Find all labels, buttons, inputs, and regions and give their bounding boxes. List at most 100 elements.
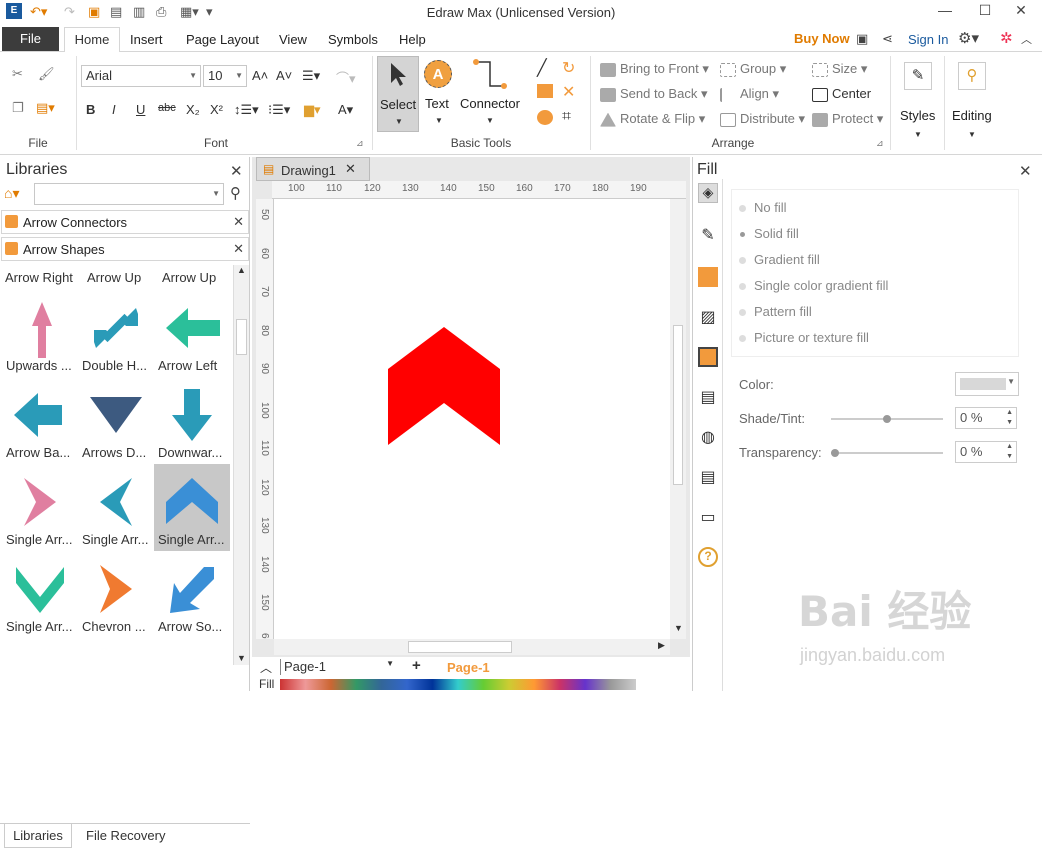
line-tool-icon[interactable]: ╱ (537, 58, 547, 78)
drawing-page[interactable] (274, 199, 670, 639)
library-shape-item[interactable]: Single Arr... (2, 464, 78, 551)
superscript-icon[interactable]: X² (210, 102, 223, 117)
scroll-thumb[interactable] (673, 325, 683, 485)
center-button[interactable]: Center (812, 86, 871, 102)
settings-gear-icon[interactable]: ⚙▾ (958, 29, 979, 47)
select-tool-button[interactable]: Select ▼ (377, 56, 419, 132)
styles-button[interactable]: ✎ Styles ▼ (894, 56, 942, 148)
tab-home[interactable]: Home (64, 27, 120, 53)
arrange-dialog-launcher-icon[interactable]: ⊿ (876, 138, 884, 149)
arc-tool-icon[interactable]: ↻ (562, 58, 575, 78)
globe-icon[interactable]: ◍ (698, 427, 718, 447)
library-shape-item[interactable]: Upwards ... (2, 290, 78, 377)
tab-libraries[interactable]: Libraries (4, 824, 72, 848)
format-painter-icon[interactable]: 🖌 (38, 66, 55, 82)
rectangle-tool-icon[interactable] (537, 84, 553, 98)
collapse-up-icon[interactable]: ︿ (260, 659, 272, 676)
option-pattern-fill[interactable]: Pattern fill (739, 304, 812, 319)
tab-page-layout[interactable]: Page Layout (186, 32, 259, 47)
sign-in-link[interactable]: Sign In (908, 32, 948, 47)
slider-knob[interactable] (831, 449, 839, 457)
spinner-icon[interactable]: ▲ ▼ (1006, 408, 1013, 428)
shadow-icon[interactable] (698, 267, 718, 287)
library-category-arrow-shapes[interactable]: Arrow Shapes ✕ (1, 237, 249, 261)
tab-insert[interactable]: Insert (130, 32, 163, 47)
close-icon[interactable]: ✕ (1019, 162, 1032, 180)
font-size-select[interactable]: 10 ▼ (203, 65, 247, 87)
option-solid-fill[interactable]: Solid fill (739, 226, 799, 241)
option-gradient-fill[interactable]: Gradient fill (739, 252, 820, 267)
size-button[interactable]: Size ▾ (812, 61, 867, 77)
ellipse-tool-icon[interactable] (537, 110, 553, 125)
layer-icon[interactable] (698, 347, 718, 367)
active-page-tab[interactable]: Page-1 (447, 660, 490, 675)
library-shape-item[interactable]: Single Arr... (2, 551, 78, 638)
scroll-thumb[interactable] (236, 319, 247, 355)
library-shape-item[interactable]: Arrow Ba... (2, 377, 78, 464)
subscript-icon[interactable]: X₂ (186, 102, 200, 117)
maximize-icon[interactable]: ☐ (970, 2, 1000, 19)
underline-icon[interactable]: U (136, 102, 145, 117)
bold-icon[interactable]: B (86, 102, 95, 117)
home-icon[interactable]: ⌂▾ (4, 185, 19, 202)
close-window-icon[interactable]: ✕ (1006, 2, 1036, 19)
group-button[interactable]: Group ▾ (720, 61, 786, 77)
paste-icon[interactable]: ▤▾ (36, 100, 55, 116)
library-shape-item[interactable]: Single Arr... (78, 464, 154, 551)
grow-font-icon[interactable]: A˄ (252, 68, 268, 83)
fill-bucket-icon[interactable]: ◈ (698, 183, 718, 203)
library-shape-item[interactable]: Double H... (78, 290, 154, 377)
font-color-icon[interactable]: A▾ (338, 102, 353, 118)
color-palette[interactable] (280, 679, 636, 690)
scroll-up-icon[interactable]: ▲ (237, 265, 246, 275)
italic-icon[interactable]: I (112, 102, 116, 117)
tab-file-recovery[interactable]: File Recovery (86, 828, 165, 843)
crop-tool-icon[interactable]: ⌗ (562, 108, 571, 126)
cross-tool-icon[interactable]: ✕ (562, 82, 575, 102)
align-button[interactable]: Align ▾ (720, 86, 779, 102)
rotate-flip-button[interactable]: Rotate & Flip ▾ (600, 111, 705, 127)
close-icon[interactable]: ✕ (233, 214, 244, 230)
search-icon[interactable]: ⚲ (230, 184, 241, 202)
scroll-right-icon[interactable]: ▶ (658, 640, 665, 651)
file-menu[interactable]: File (2, 27, 59, 51)
theme-icon[interactable]: ✲ (1000, 29, 1013, 47)
share-icon[interactable]: ⋖ (882, 31, 893, 47)
cut-icon[interactable]: ✂ (12, 66, 23, 82)
library-scrollbar[interactable]: ▲ ▼ (233, 265, 249, 665)
close-icon[interactable]: ✕ (230, 162, 243, 180)
option-picture-texture-fill[interactable]: Picture or texture fill (739, 330, 869, 345)
highlight-color-icon[interactable]: ▆▾ (304, 102, 321, 118)
add-page-icon[interactable]: + (412, 657, 421, 674)
scroll-down-icon[interactable]: ▼ (237, 653, 246, 663)
bullets-icon[interactable]: ⁝☰▾ (268, 102, 290, 118)
distribute-button[interactable]: Distribute ▾ (720, 111, 805, 127)
scroll-thumb[interactable] (408, 641, 512, 653)
library-shape-item[interactable]: Arrow So... (154, 551, 230, 638)
minimize-icon[interactable]: — (930, 2, 960, 18)
text-effect-icon[interactable]: ⌒▾ (336, 68, 356, 87)
help-icon[interactable]: ? (698, 547, 718, 567)
color-picker[interactable]: ▼ (955, 372, 1019, 396)
connector-tool-button[interactable]: Connector ▼ (458, 56, 522, 132)
font-dialog-launcher-icon[interactable]: ⊿ (356, 138, 364, 149)
library-shape-item[interactable]: Chevron ... (78, 551, 154, 638)
align-text-icon[interactable]: ☰▾ (302, 68, 320, 84)
editing-button[interactable]: ⚲ Editing ▼ (948, 56, 998, 148)
collapse-ribbon-icon[interactable]: ︿ (1021, 31, 1032, 47)
image-icon[interactable]: ▨ (698, 307, 718, 327)
tab-view[interactable]: View (279, 32, 307, 47)
library-shape-item[interactable]: Arrow Left (154, 290, 230, 377)
line-style-icon[interactable]: ✎ (698, 225, 718, 245)
feedback-icon[interactable]: ▣ (856, 31, 868, 47)
bring-to-front-button[interactable]: Bring to Front ▾ (600, 61, 709, 77)
strikethrough-icon[interactable]: abc (158, 102, 176, 114)
protect-button[interactable]: Protect ▾ (812, 111, 883, 127)
single-arrow-up-shape[interactable] (388, 327, 500, 445)
option-single-color-gradient-fill[interactable]: Single color gradient fill (739, 278, 888, 293)
library-shape-item[interactable]: Downwar... (154, 377, 230, 464)
canvas-horizontal-scrollbar[interactable]: ▶ (274, 639, 670, 655)
tab-symbols[interactable]: Symbols (328, 32, 378, 47)
buy-now-link[interactable]: Buy Now (794, 31, 850, 46)
library-category-arrow-connectors[interactable]: Arrow Connectors ✕ (1, 210, 249, 234)
